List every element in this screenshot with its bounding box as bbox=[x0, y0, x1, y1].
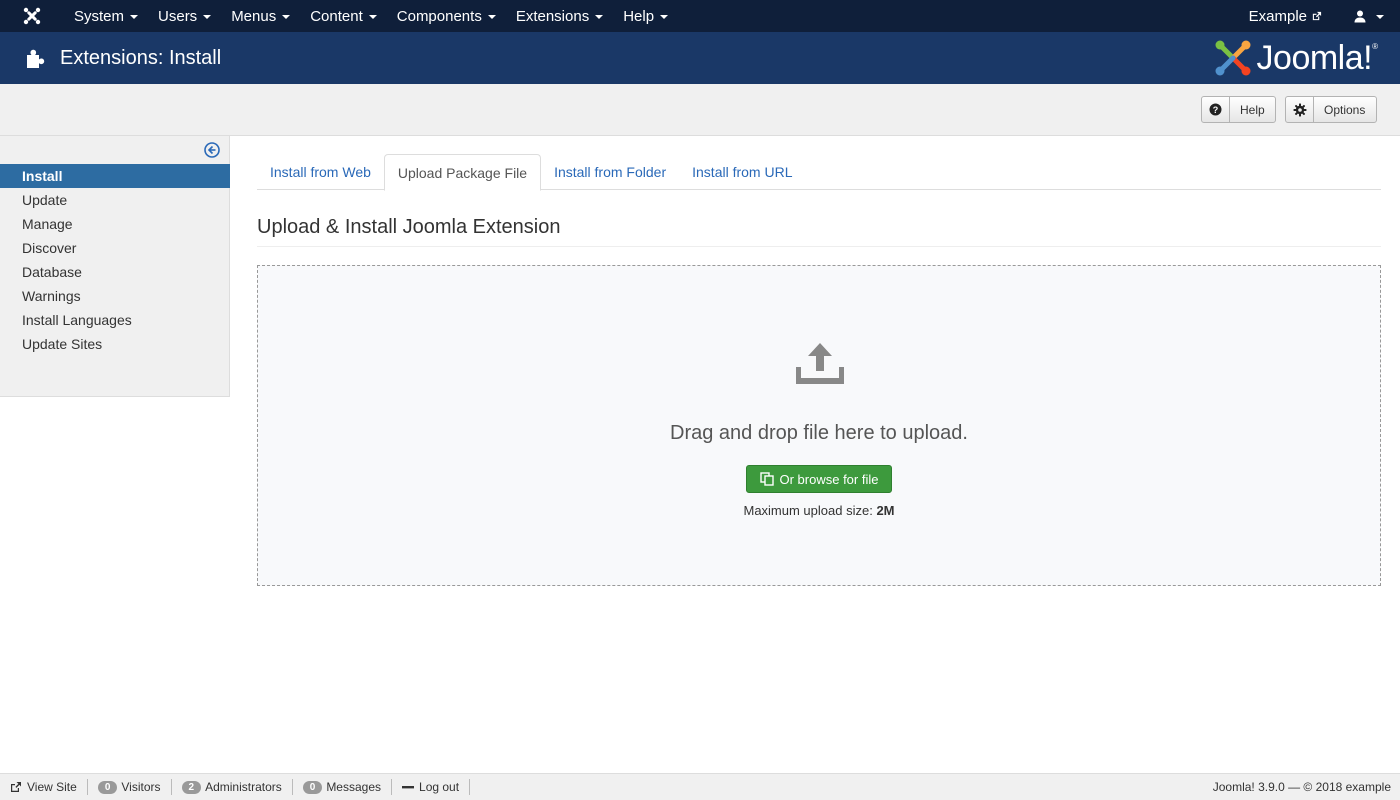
site-link-label: Example bbox=[1248, 7, 1307, 25]
registered-mark: ® bbox=[1372, 41, 1378, 51]
caret-down-icon bbox=[487, 15, 496, 19]
upload-icon bbox=[796, 343, 844, 384]
menu-help[interactable]: Help bbox=[613, 0, 678, 32]
collapse-sidebar-icon[interactable] bbox=[204, 142, 220, 158]
visitors-label: Visitors bbox=[121, 780, 161, 794]
main-menu: System Users Menus Content Components Ex… bbox=[64, 0, 678, 32]
caret-down-icon bbox=[368, 15, 377, 19]
administrators-label: Administrators bbox=[205, 780, 282, 794]
puzzle-piece-icon bbox=[27, 49, 45, 68]
sidebar-item-update[interactable]: Update bbox=[0, 188, 230, 212]
sidebar-item-discover[interactable]: Discover bbox=[0, 236, 230, 260]
upload-dropzone[interactable]: Drag and drop file here to upload. Or br… bbox=[257, 265, 1381, 586]
messages-badge: 0 bbox=[302, 780, 323, 794]
logout-label: Log out bbox=[419, 780, 460, 794]
menu-label: Components bbox=[396, 7, 482, 25]
section-title: Upload & Install Joomla Extension bbox=[257, 216, 1381, 247]
caret-down-icon bbox=[130, 15, 139, 19]
messages-label: Messages bbox=[326, 780, 382, 794]
brand-text: Joomla! bbox=[1256, 38, 1373, 77]
sidebar-item-warnings[interactable]: Warnings bbox=[0, 284, 230, 308]
caret-down-icon bbox=[595, 15, 604, 19]
view-site-link[interactable]: View Site bbox=[0, 779, 88, 795]
top-navbar: System Users Menus Content Components Ex… bbox=[0, 0, 1400, 32]
tab-install-from-folder[interactable]: Install from Folder bbox=[541, 154, 679, 190]
question-circle-icon: ? bbox=[1202, 97, 1230, 122]
site-link[interactable]: Example bbox=[1237, 8, 1334, 25]
max-upload-value: 2M bbox=[876, 503, 895, 518]
joomla-logo-icon[interactable] bbox=[0, 0, 64, 32]
sidebar: Install Update Manage Discover Database … bbox=[0, 136, 230, 397]
copy-icon bbox=[759, 472, 774, 486]
user-menu[interactable] bbox=[1334, 0, 1400, 32]
view-site-label: View Site bbox=[27, 780, 77, 794]
visitors-status: 0 Visitors bbox=[88, 779, 172, 795]
administrators-status: 2 Administrators bbox=[172, 779, 293, 795]
messages-link[interactable]: 0 Messages bbox=[293, 779, 393, 795]
max-upload-size: Maximum upload size: 2M bbox=[258, 503, 1380, 518]
minus-icon bbox=[402, 786, 415, 789]
toolbar: ? Help Options bbox=[0, 84, 1400, 136]
sidebar-menu: Install Update Manage Discover Database … bbox=[0, 164, 230, 356]
sidebar-item-install[interactable]: Install bbox=[0, 164, 230, 188]
help-button[interactable]: ? Help bbox=[1201, 96, 1276, 123]
external-link-icon bbox=[1312, 11, 1322, 20]
install-tabs: Install from Web Upload Package File Ins… bbox=[257, 154, 1381, 191]
logout-link[interactable]: Log out bbox=[392, 779, 471, 795]
menu-label: Users bbox=[158, 7, 198, 25]
menu-content[interactable]: Content bbox=[300, 0, 387, 32]
max-upload-label: Maximum upload size: bbox=[743, 503, 877, 518]
status-bar: View Site 0 Visitors 2 Administrators 0 … bbox=[0, 773, 1400, 800]
menu-label: System bbox=[74, 7, 125, 25]
menu-label: Content bbox=[310, 7, 363, 25]
tab-upload-package-file[interactable]: Upload Package File bbox=[383, 154, 542, 191]
caret-down-icon bbox=[282, 15, 291, 19]
menu-label: Help bbox=[623, 7, 655, 25]
svg-text:?: ? bbox=[1213, 105, 1219, 115]
visitors-badge: 0 bbox=[97, 780, 118, 794]
gear-icon bbox=[1286, 97, 1314, 122]
options-label: Options bbox=[1324, 102, 1366, 117]
sidebar-item-install-languages[interactable]: Install Languages bbox=[0, 308, 230, 332]
page-header: Extensions: Install Joomla! ® bbox=[0, 32, 1400, 84]
help-label: Help bbox=[1240, 102, 1265, 117]
tab-install-from-web[interactable]: Install from Web bbox=[257, 154, 384, 190]
menu-label: Extensions bbox=[515, 7, 590, 25]
menu-label: Menus bbox=[231, 7, 277, 25]
page-title: Extensions: Install bbox=[60, 46, 222, 69]
administrators-badge: 2 bbox=[181, 780, 202, 794]
dropzone-text: Drag and drop file here to upload. bbox=[670, 422, 968, 444]
joomla-brand-logo-icon bbox=[1215, 40, 1251, 76]
joomla-brand: Joomla! ® bbox=[1213, 38, 1378, 78]
sidebar-item-update-sites[interactable]: Update Sites bbox=[0, 332, 230, 356]
sidebar-item-manage[interactable]: Manage bbox=[0, 212, 230, 236]
browse-label: Or browse for file bbox=[779, 471, 879, 487]
menu-components[interactable]: Components bbox=[387, 0, 506, 32]
caret-down-icon bbox=[1376, 15, 1384, 19]
external-link-icon bbox=[11, 782, 21, 792]
topnav-right: Example bbox=[1237, 0, 1400, 32]
menu-extensions[interactable]: Extensions bbox=[506, 0, 613, 32]
menu-system[interactable]: System bbox=[64, 0, 148, 32]
tab-install-from-url[interactable]: Install from URL bbox=[679, 154, 805, 190]
options-button[interactable]: Options bbox=[1285, 96, 1377, 123]
user-icon bbox=[1354, 10, 1366, 22]
caret-down-icon bbox=[203, 15, 212, 19]
menu-menus[interactable]: Menus bbox=[221, 0, 300, 32]
caret-down-icon bbox=[660, 15, 669, 19]
browse-file-button[interactable]: Or browse for file bbox=[746, 465, 892, 493]
menu-users[interactable]: Users bbox=[148, 0, 221, 32]
sidebar-item-database[interactable]: Database bbox=[0, 260, 230, 284]
copyright-text: Joomla! 3.9.0 — © 2018 example bbox=[1212, 780, 1391, 794]
